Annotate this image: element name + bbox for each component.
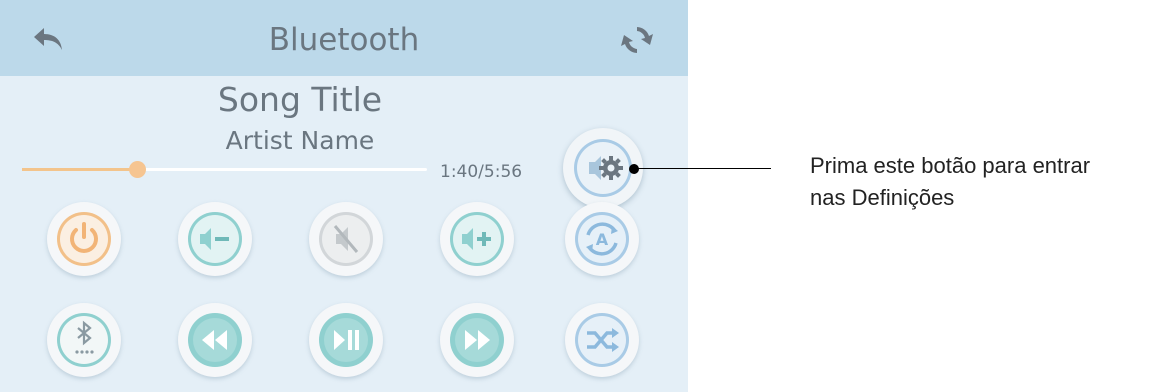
auto-mode-button[interactable]: A bbox=[565, 202, 639, 276]
bluetooth-screen: Bluetooth Song Title Artist Name 1:40/5:… bbox=[0, 0, 688, 392]
mute-icon bbox=[319, 212, 373, 266]
volume-up-button[interactable] bbox=[440, 202, 514, 276]
bluetooth-button[interactable] bbox=[47, 303, 121, 377]
play-pause-button[interactable] bbox=[309, 303, 383, 377]
svg-text:A: A bbox=[596, 230, 609, 249]
volume-down-button[interactable] bbox=[178, 202, 252, 276]
refresh-icon bbox=[621, 27, 653, 53]
volume-up-icon bbox=[450, 212, 504, 266]
rewind-button[interactable] bbox=[178, 303, 252, 377]
callout-line-2: nas Definições bbox=[810, 185, 955, 210]
page-title: Bluetooth bbox=[268, 22, 420, 58]
rewind-icon bbox=[188, 313, 242, 367]
callout-annotation: Prima este botão para entrar nas Definiç… bbox=[810, 150, 1155, 214]
fast-forward-button[interactable] bbox=[440, 303, 514, 377]
fast-forward-icon bbox=[450, 313, 504, 367]
shuffle-button[interactable] bbox=[565, 303, 639, 377]
callout-line-1: Prima este botão para entrar bbox=[810, 153, 1091, 178]
power-button[interactable] bbox=[47, 202, 121, 276]
artist-name: Artist Name bbox=[225, 126, 375, 155]
volume-down-icon bbox=[188, 212, 242, 266]
header-bar: Bluetooth bbox=[0, 0, 688, 76]
time-readout: 1:40/5:56 bbox=[440, 162, 523, 182]
progress-knob[interactable] bbox=[129, 161, 147, 178]
progress-fill bbox=[22, 168, 138, 171]
mute-button[interactable] bbox=[309, 202, 383, 276]
back-button[interactable] bbox=[30, 20, 70, 60]
callout-dot bbox=[629, 164, 639, 174]
auto-mode-icon: A bbox=[575, 212, 629, 266]
callout-line bbox=[634, 168, 771, 169]
play-pause-icon bbox=[319, 313, 373, 367]
bluetooth-icon bbox=[57, 313, 111, 367]
power-icon bbox=[57, 212, 111, 266]
refresh-button[interactable] bbox=[617, 20, 657, 60]
progress-bar[interactable] bbox=[22, 161, 427, 178]
shuffle-icon bbox=[575, 313, 629, 367]
back-arrow-icon bbox=[34, 28, 62, 50]
song-title: Song Title bbox=[217, 80, 383, 119]
